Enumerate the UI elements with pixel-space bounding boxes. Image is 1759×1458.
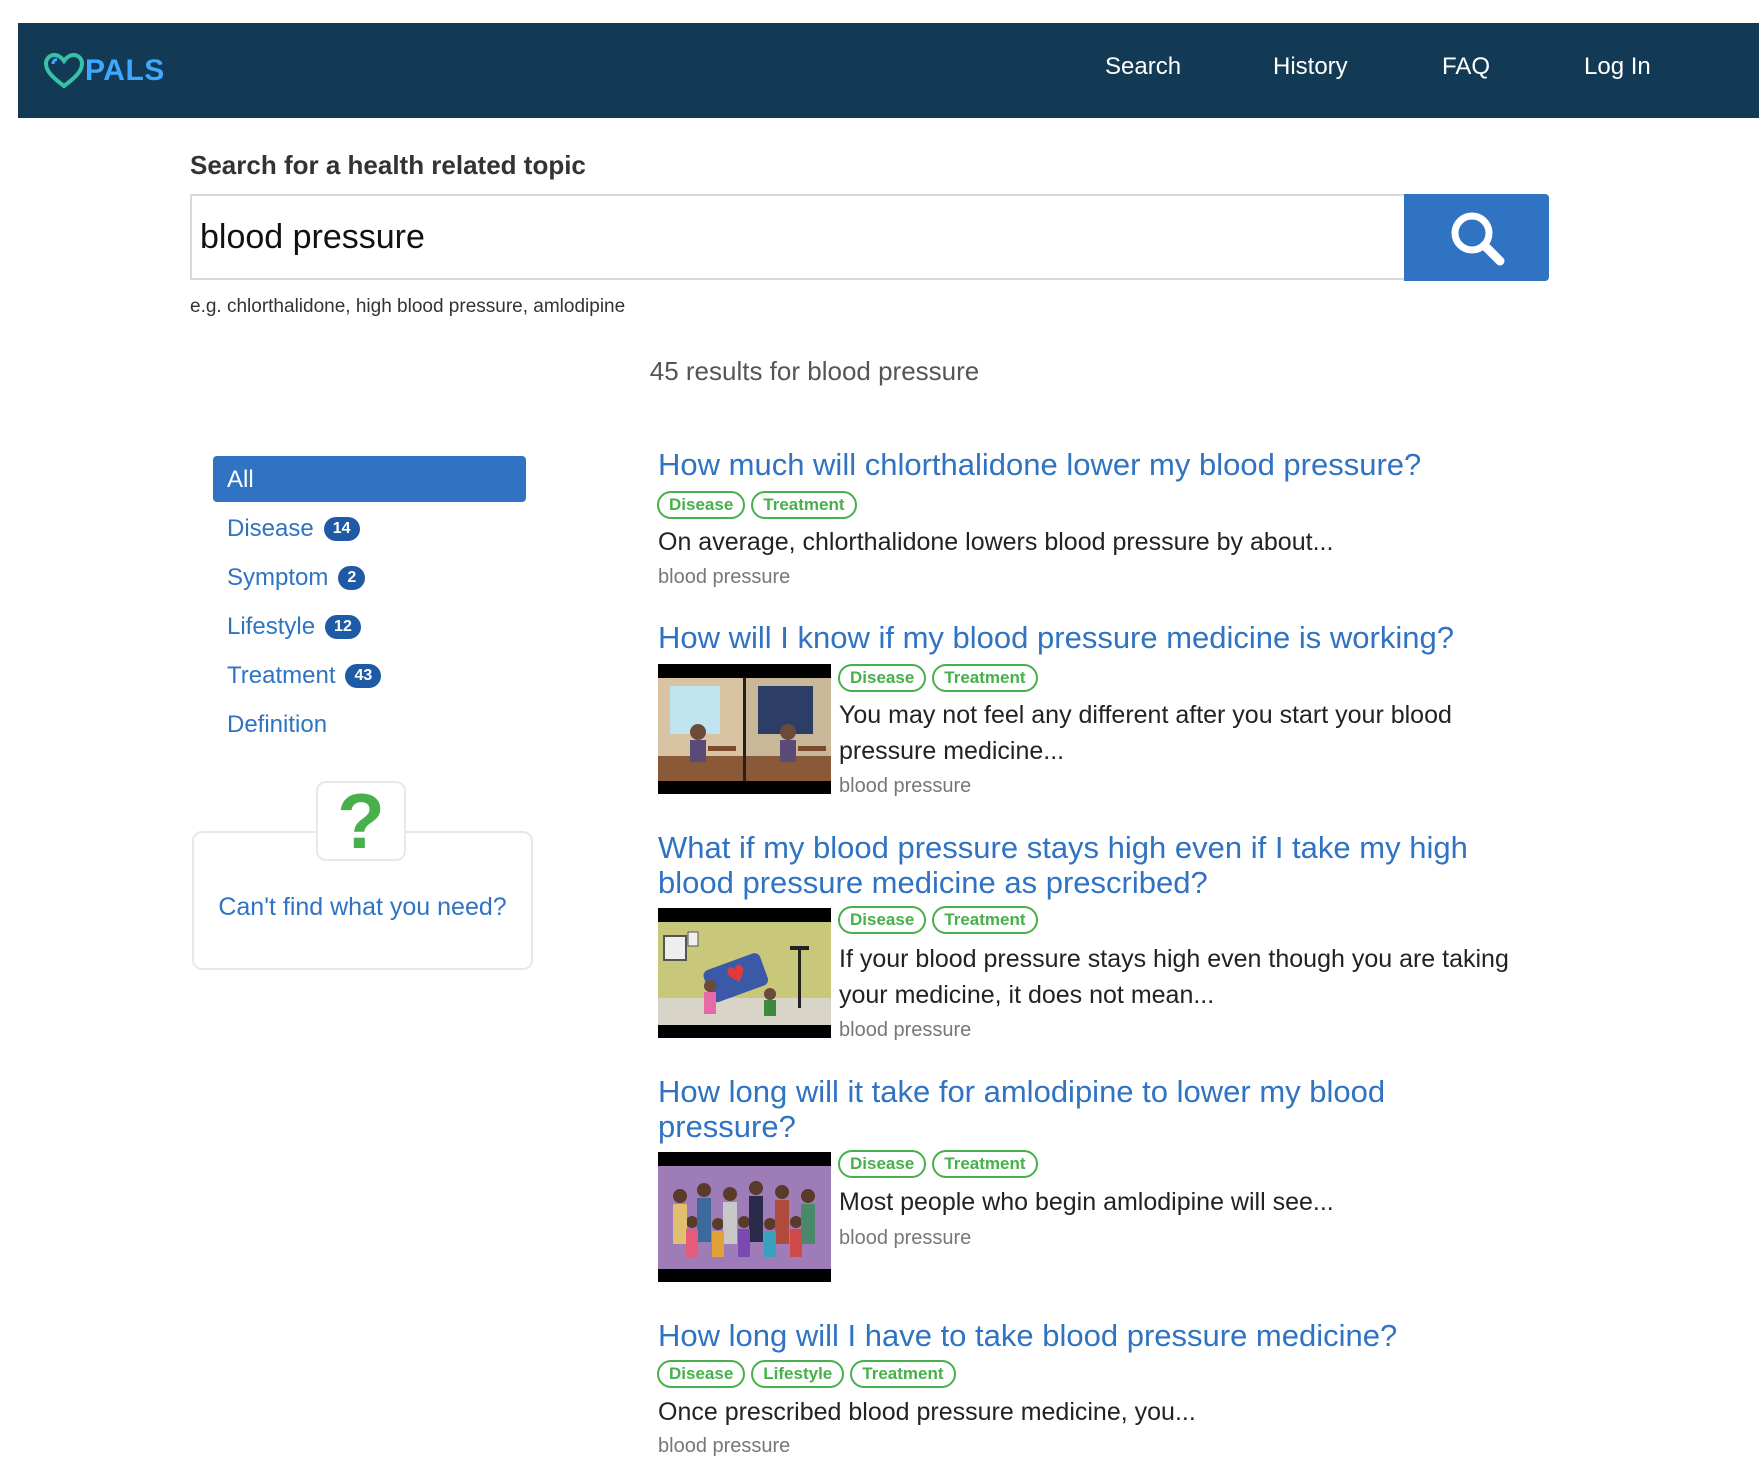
result-title[interactable]: How will I know if my blood pressure med… <box>658 620 1454 655</box>
count-badge: 14 <box>323 517 360 541</box>
result-title[interactable]: How long will I have to take blood press… <box>658 1318 1397 1353</box>
tag-disease[interactable]: Disease <box>657 491 746 519</box>
tag-disease[interactable]: Disease <box>838 1150 927 1178</box>
tag-disease[interactable]: Disease <box>838 664 927 692</box>
category-label: Lifestyle <box>227 613 316 640</box>
heart-logo-icon <box>44 53 84 89</box>
tag-lifestyle[interactable]: Lifestyle <box>751 1360 845 1388</box>
count-badge: 12 <box>325 615 361 639</box>
nav-login[interactable]: Log In <box>1584 53 1651 81</box>
video-thumbnail[interactable] <box>658 1152 831 1282</box>
category-label: Treatment <box>227 662 336 689</box>
result-tags: Disease Treatment <box>838 1150 1038 1178</box>
search-box <box>190 194 1404 280</box>
video-thumbnail-image <box>658 678 831 781</box>
category-disease[interactable]: Disease 14 <box>227 515 360 543</box>
category-all[interactable]: All <box>213 456 526 502</box>
result-snippet: If your blood pressure stays high even t… <box>839 941 1509 1013</box>
tag-treatment[interactable]: Treatment <box>932 1150 1038 1178</box>
tag-treatment[interactable]: Treatment <box>932 664 1038 692</box>
search-label: Search for a health related topic <box>190 150 586 180</box>
video-thumbnail-image <box>658 922 831 1025</box>
result-tags: Disease Treatment <box>838 664 1038 692</box>
top-navbar: PALS Search History FAQ Log In <box>18 23 1759 118</box>
snippet-line: pressure medicine... <box>839 737 1065 765</box>
tag-disease[interactable]: Disease <box>838 906 927 934</box>
results-count-text: 45 results for blood pressure <box>649 356 980 386</box>
category-label: Disease <box>227 515 314 542</box>
search-hint: e.g. chlorthalidone, high blood pressure… <box>190 296 626 317</box>
search-icon <box>1451 212 1504 265</box>
nav-history[interactable]: History <box>1273 53 1348 81</box>
result-snippet: On average, chlorthalidone lowers blood … <box>658 528 1334 556</box>
search-button[interactable] <box>1404 194 1549 281</box>
question-mark-icon: ? <box>316 781 406 861</box>
brand-name: PALS <box>85 54 165 87</box>
nav-faq[interactable]: FAQ <box>1442 53 1490 81</box>
result-tags: Disease Treatment <box>657 491 857 519</box>
category-definition[interactable]: Definition <box>227 711 327 739</box>
tag-treatment[interactable]: Treatment <box>932 906 1038 934</box>
result-title[interactable]: How much will chlorthalidone lower my bl… <box>658 447 1421 482</box>
title-line: How long will it take for amlodipine to … <box>658 1074 1386 1109</box>
result-title[interactable]: What if my blood pressure stays high eve… <box>658 830 1468 900</box>
title-line: What if my blood pressure stays high eve… <box>658 830 1468 865</box>
result-keyword: blood pressure <box>839 1227 972 1249</box>
result-snippet: Once prescribed blood pressure medicine,… <box>658 1398 1196 1426</box>
snippet-line: You may not feel any different after you… <box>839 701 1452 729</box>
title-line: pressure? <box>658 1109 796 1144</box>
result-tags: Disease Lifestyle Treatment <box>657 1360 956 1388</box>
snippet-line: your medicine, it does not mean... <box>839 981 1215 1009</box>
count-badge: 43 <box>345 664 382 688</box>
result-title[interactable]: How long will it take for amlodipine to … <box>658 1074 1385 1144</box>
result-tags: Disease Treatment <box>838 906 1038 934</box>
pals-logo[interactable]: PALS <box>44 53 165 89</box>
category-label: Symptom <box>227 564 329 591</box>
tag-disease[interactable]: Disease <box>657 1360 746 1388</box>
search-input[interactable] <box>192 196 1404 278</box>
cant-find-link[interactable]: Can't find what you need? <box>192 893 533 922</box>
title-line: blood pressure medicine as prescribed? <box>658 865 1208 900</box>
category-lifestyle[interactable]: Lifestyle 12 <box>227 613 361 641</box>
result-keyword: blood pressure <box>839 1019 972 1041</box>
category-treatment[interactable]: Treatment 43 <box>227 662 382 690</box>
results-count: 45 results for blood pressure <box>0 356 1759 387</box>
category-label: Definition <box>227 711 328 738</box>
result-snippet: Most people who begin amlodipine will se… <box>839 1188 1334 1216</box>
result-snippet: You may not feel any different after you… <box>839 697 1452 769</box>
snippet-line: If your blood pressure stays high even t… <box>839 945 1509 973</box>
nav-search[interactable]: Search <box>1105 53 1181 81</box>
result-keyword: blood pressure <box>839 775 972 797</box>
video-thumbnail[interactable] <box>658 664 831 794</box>
video-thumbnail[interactable] <box>658 908 831 1038</box>
video-thumbnail-image <box>658 1166 831 1269</box>
count-badge: 2 <box>338 566 366 590</box>
tag-treatment[interactable]: Treatment <box>850 1360 956 1388</box>
result-keyword: blood pressure <box>658 566 791 588</box>
category-symptom[interactable]: Symptom 2 <box>227 564 366 592</box>
tag-treatment[interactable]: Treatment <box>751 491 857 519</box>
